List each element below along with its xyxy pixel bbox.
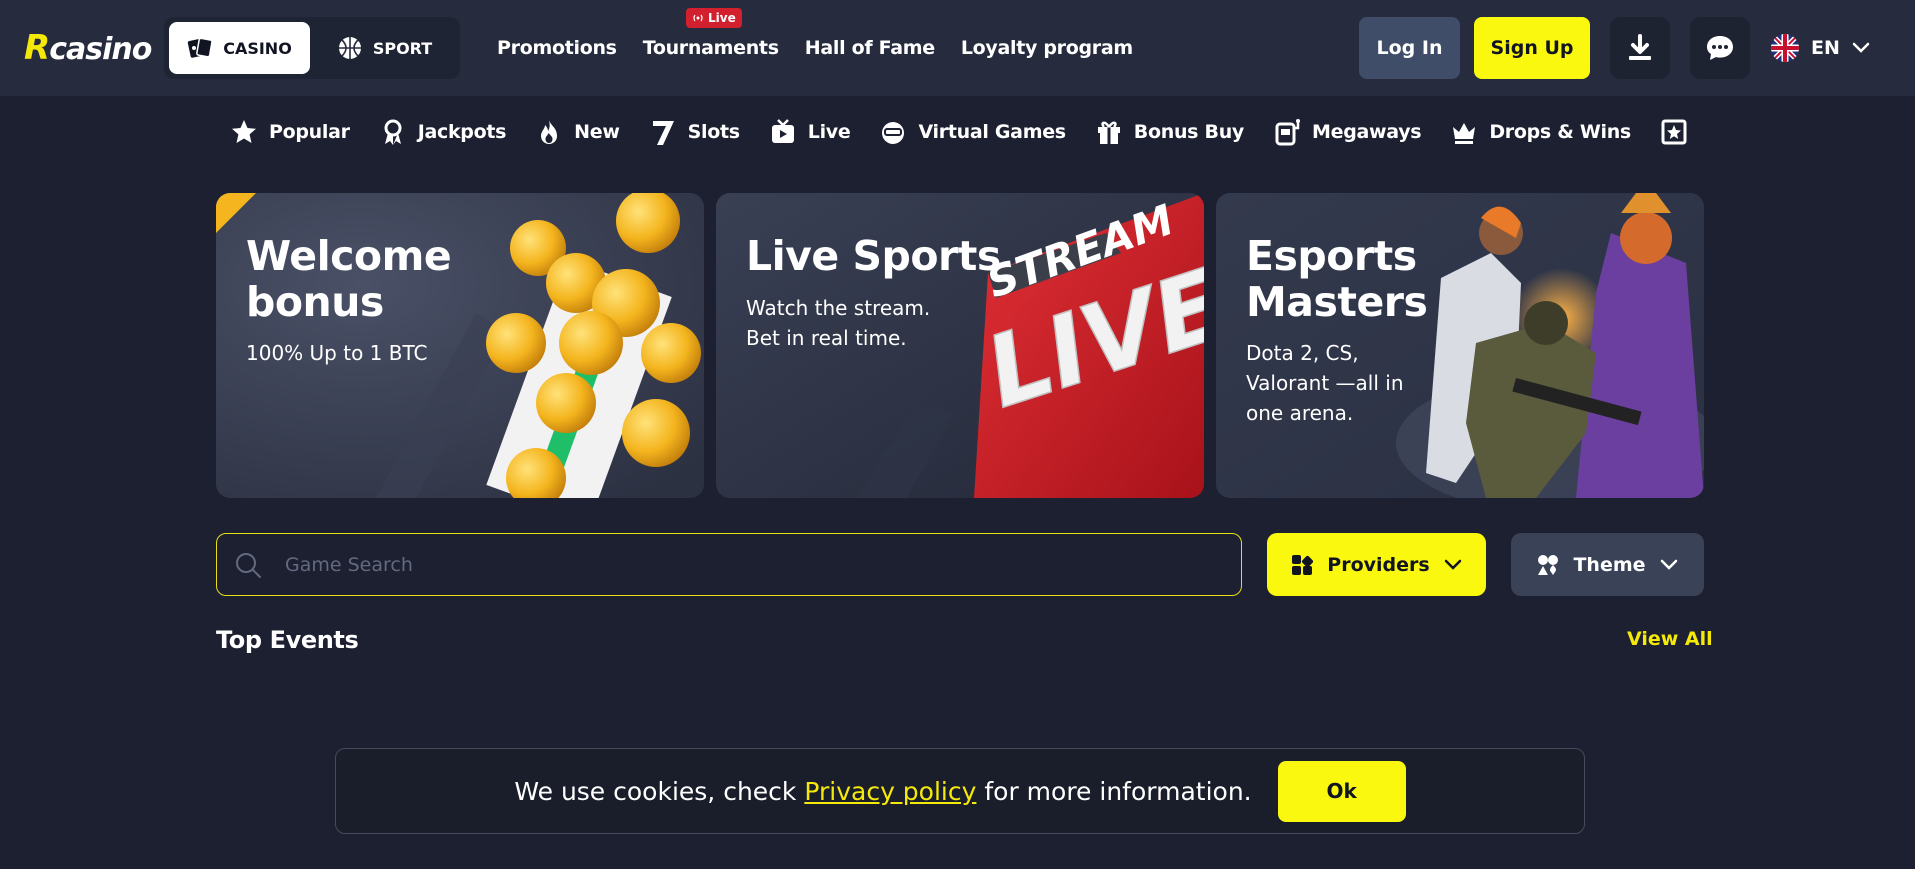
rcasino-logo[interactable]: Rcasino xyxy=(24,28,152,68)
category-new[interactable]: New xyxy=(535,118,620,146)
basketball-icon xyxy=(338,37,361,59)
category-drops-wins[interactable]: Drops & Wins xyxy=(1450,118,1631,146)
signup-button[interactable]: Sign Up xyxy=(1474,17,1590,79)
download-button[interactable] xyxy=(1610,17,1670,79)
theme-shapes-icon xyxy=(1538,554,1559,575)
banner-title: Welcome bonus xyxy=(246,232,452,326)
cookie-message: We use cookies, check Privacy policy for… xyxy=(514,777,1251,806)
category-label: Popular xyxy=(269,121,350,143)
sport-label: SPORT xyxy=(372,38,433,58)
sport-mode-button[interactable]: SPORT xyxy=(314,22,455,74)
tv-icon xyxy=(771,119,794,143)
login-button[interactable]: Log In xyxy=(1359,17,1460,79)
logo-text: casino xyxy=(49,32,152,67)
category-label: Live xyxy=(807,121,851,143)
theme-label: Theme xyxy=(1573,553,1646,576)
star-icon xyxy=(232,120,256,143)
medal-icon xyxy=(384,119,402,145)
category-label: Jackpots xyxy=(417,121,507,143)
slot-machine-icon xyxy=(1275,119,1301,146)
privacy-policy-link[interactable]: Privacy policy xyxy=(804,777,976,806)
chat-icon xyxy=(1707,36,1733,60)
live-sports-banner[interactable]: STREAM LIVE Live Sports Watch the stream… xyxy=(716,193,1204,498)
chevron-down-icon xyxy=(1852,42,1870,53)
category-slots[interactable]: Slots xyxy=(649,118,740,146)
nav-loyalty-program[interactable]: Loyalty program xyxy=(961,37,1133,59)
logo-r: R xyxy=(24,28,50,68)
esports-masters-banner[interactable]: Esports Masters Dota 2, CS, Valorant —all … xyxy=(1216,193,1704,498)
nav-hall-of-fame[interactable]: Hall of Fame xyxy=(805,37,935,59)
category-label: Megaways xyxy=(1312,121,1422,143)
casino-mode-button[interactable]: CASINO xyxy=(169,22,310,74)
nav-tournaments[interactable]: Tournaments xyxy=(643,37,779,59)
category-label: Drops & Wins xyxy=(1489,121,1631,143)
chevron-down-icon xyxy=(1660,559,1677,570)
chevron-down-icon xyxy=(1444,559,1461,570)
download-icon xyxy=(1629,34,1651,60)
casino-label: CASINO xyxy=(223,38,292,58)
category-label: Bonus Buy xyxy=(1133,121,1245,143)
providers-dropdown[interactable]: Providers xyxy=(1267,533,1486,596)
cookie-text-before: We use cookies, check xyxy=(514,776,805,806)
search-icon xyxy=(236,552,261,578)
cookie-ok-button[interactable]: Ok xyxy=(1277,760,1406,822)
category-bar: Popular Jackpots New Slots Live Virtual … xyxy=(230,110,1704,154)
banner-subtitle: Watch the stream. Bet in real time. xyxy=(746,296,931,350)
category-jackpots[interactable]: Jackpots xyxy=(379,118,506,146)
category-megaways[interactable]: Megaways xyxy=(1273,118,1422,146)
flame-icon xyxy=(541,120,558,144)
category-label: Virtual Games xyxy=(918,121,1066,143)
category-label: Slots xyxy=(687,121,740,143)
providers-label: Providers xyxy=(1327,553,1430,576)
broadcast-icon xyxy=(693,14,703,22)
category-virtual-games[interactable]: Virtual Games xyxy=(879,118,1066,146)
top-events-heading: Top Events xyxy=(216,626,359,654)
language-selector[interactable]: EN xyxy=(1771,30,1870,66)
providers-grid-icon xyxy=(1292,554,1314,575)
gift-icon xyxy=(1097,121,1120,144)
category-more[interactable] xyxy=(1660,118,1688,146)
cookie-text-after: for more information. xyxy=(976,776,1252,806)
live-badge-label: Live xyxy=(708,11,736,25)
star-card-icon xyxy=(1661,119,1687,145)
welcome-bonus-banner[interactable]: Welcome bonus 100% Up to 1 BTC xyxy=(216,193,704,498)
main-nav: Promotions Tournaments Hall of Fame Loya… xyxy=(497,32,1133,64)
top-header: Rcasino CASINO SPORT Promotions Tourname… xyxy=(0,0,1915,96)
game-search-box[interactable] xyxy=(216,533,1242,596)
view-all-link[interactable]: View All xyxy=(1627,628,1713,650)
chat-button[interactable] xyxy=(1690,17,1750,79)
category-bonus-buy[interactable]: Bonus Buy xyxy=(1095,118,1244,146)
uk-flag-icon xyxy=(1771,34,1799,62)
language-label: EN xyxy=(1811,37,1840,59)
cards-icon xyxy=(188,37,213,58)
seven-icon xyxy=(652,121,674,145)
cookie-banner: We use cookies, check Privacy policy for… xyxy=(335,748,1585,834)
category-label: New xyxy=(574,121,620,143)
mode-switch: CASINO SPORT xyxy=(164,17,460,79)
nav-promotions[interactable]: Promotions xyxy=(497,37,617,59)
game-search-input[interactable] xyxy=(285,553,1185,576)
category-popular[interactable]: Popular xyxy=(230,118,350,146)
theme-dropdown[interactable]: Theme xyxy=(1511,533,1704,596)
live-badge: Live xyxy=(686,8,742,28)
banner-title: Esports Masters xyxy=(1246,232,1428,326)
category-live[interactable]: Live xyxy=(769,118,851,146)
vr-headset-icon xyxy=(882,122,905,144)
banner-subtitle: Dota 2, CS, Valorant —all in one arena. xyxy=(1246,341,1404,425)
crown-icon xyxy=(1453,123,1476,144)
banner-title: Live Sports xyxy=(746,232,1001,280)
banner-subtitle: 100% Up to 1 BTC xyxy=(246,341,428,365)
